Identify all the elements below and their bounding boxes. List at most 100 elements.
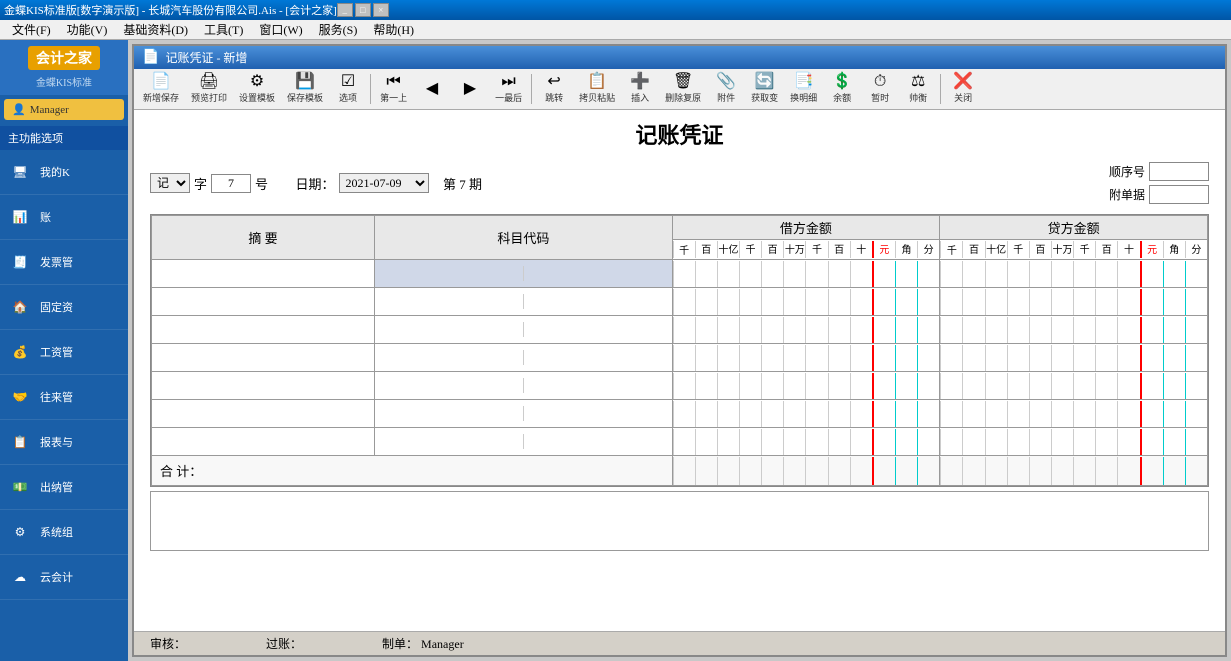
zhaiyao-input[interactable] [156,322,370,337]
btn-get-change[interactable]: 🔄 获取变 [746,71,783,107]
sequence-input[interactable] [1149,162,1209,181]
close-button[interactable]: × [373,3,389,17]
attach-input[interactable] [1149,185,1209,204]
cell-credit[interactable] [940,316,1208,344]
btn-temp[interactable]: ⏱ 暂时 [862,71,898,107]
kemu-code-cell[interactable] [375,266,524,281]
kemu-code-input[interactable] [379,434,519,449]
kemu-name-cell[interactable] [524,350,672,365]
cell-kemu[interactable] [375,316,672,344]
sidebar-item-fixed-assets[interactable]: 🏠 固定资 [0,285,128,330]
cell-credit[interactable] [940,400,1208,428]
window-controls[interactable]: _ □ × [337,3,389,17]
cell-zhaiyao[interactable] [152,316,375,344]
cell-credit[interactable] [940,344,1208,372]
cell-debit[interactable] [672,260,940,288]
menu-window[interactable]: 窗口(W) [251,19,310,40]
zhaiyao-input[interactable] [156,378,370,393]
cell-kemu[interactable] [375,260,672,288]
menu-tools[interactable]: 工具(T) [196,19,251,40]
kemu-code-cell[interactable] [375,322,524,337]
kemu-name-cell[interactable] [524,434,672,449]
kemu-code-cell[interactable] [375,294,524,309]
kemu-name-input[interactable] [528,294,668,309]
btn-save-template[interactable]: 💾 保存模板 [282,71,328,107]
menu-basic-data[interactable]: 基础资料(D) [115,19,196,40]
btn-close[interactable]: ❌ 关闭 [945,71,981,107]
kemu-code-cell[interactable] [375,434,524,449]
cell-kemu[interactable] [375,372,672,400]
table-row[interactable] [152,260,1208,288]
menu-service[interactable]: 服务(S) [311,19,366,40]
btn-options[interactable]: ☑ 选项 [330,71,366,107]
btn-insert[interactable]: ➕ 插入 [622,71,658,107]
cell-zhaiyao[interactable] [152,400,375,428]
menu-file[interactable]: 文件(F) [4,19,59,40]
kemu-name-input[interactable] [528,266,668,281]
kemu-name-input[interactable] [528,378,668,393]
sidebar-item-invoice[interactable]: 🧾 发票管 [0,240,128,285]
kemu-code-input[interactable] [379,406,519,421]
kemu-name-cell[interactable] [524,322,672,337]
cell-credit[interactable] [940,428,1208,456]
zhaiyao-input[interactable] [156,434,370,449]
menu-help[interactable]: 帮助(H) [365,19,422,40]
btn-prev[interactable]: ◀ [414,78,450,100]
cell-credit[interactable] [940,260,1208,288]
btn-last[interactable]: ⏭ 一最后 [490,71,527,107]
table-row[interactable] [152,316,1208,344]
cell-kemu[interactable] [375,288,672,316]
kemu-name-input[interactable] [528,350,668,365]
btn-balance2[interactable]: ⚖ 帅衡 [900,71,936,107]
date-select[interactable]: 2021-07-09 [339,173,429,193]
kemu-name-input[interactable] [528,406,668,421]
sidebar-item-relations[interactable]: 🤝 往来管 [0,375,128,420]
cell-kemu[interactable] [375,428,672,456]
btn-balance[interactable]: 💲 余额 [824,71,860,107]
cell-kemu[interactable] [375,400,672,428]
btn-jump[interactable]: ↩ 跳转 [536,71,572,107]
sidebar-item-salary[interactable]: 💰 工资管 [0,330,128,375]
kemu-name-input[interactable] [528,434,668,449]
minimize-button[interactable]: _ [337,3,353,17]
cell-zhaiyao[interactable] [152,344,375,372]
kemu-name-cell[interactable] [524,406,672,421]
kemu-name-cell[interactable] [524,294,672,309]
btn-new-save[interactable]: 📄 新增保存 [138,71,184,107]
btn-detail[interactable]: 📑 换明细 [785,71,822,107]
sidebar-item-account[interactable]: 📊 账 [0,195,128,240]
kemu-code-input[interactable] [379,266,519,281]
btn-next[interactable]: ▶ [452,78,488,100]
kemu-code-cell[interactable] [375,378,524,393]
sidebar-item-reports[interactable]: 📋 报表与 [0,420,128,465]
kemu-name-input[interactable] [528,322,668,337]
cell-zhaiyao[interactable] [152,428,375,456]
sidebar-item-myk[interactable]: 🖥 我的K [0,150,128,195]
cell-debit[interactable] [672,316,940,344]
table-row[interactable] [152,288,1208,316]
zhaiyao-input[interactable] [156,266,370,281]
sidebar-item-cashier[interactable]: 💵 出纳管 [0,465,128,510]
kemu-name-cell[interactable] [524,266,672,281]
kemu-code-input[interactable] [379,322,519,337]
cell-debit[interactable] [672,288,940,316]
cell-debit[interactable] [672,428,940,456]
cell-debit[interactable] [672,344,940,372]
table-row[interactable] [152,372,1208,400]
table-row[interactable] [152,428,1208,456]
kemu-code-input[interactable] [379,294,519,309]
menu-function[interactable]: 功能(V) [59,19,116,40]
zhaiyao-input[interactable] [156,294,370,309]
table-row[interactable] [152,400,1208,428]
kemu-code-cell[interactable] [375,350,524,365]
sidebar-item-system[interactable]: ⚙ 系统组 [0,510,128,555]
btn-set-template[interactable]: ⚙ 设置模板 [234,71,280,107]
kemu-code-input[interactable] [379,378,519,393]
kemu-code-input[interactable] [379,350,519,365]
kemu-code-cell[interactable] [375,406,524,421]
btn-attachment[interactable]: 📎 附件 [708,71,744,107]
cell-debit[interactable] [672,400,940,428]
zhaiyao-input[interactable] [156,350,370,365]
btn-preview-print[interactable]: 🖨 预览打印 [186,71,232,107]
cell-debit[interactable] [672,372,940,400]
